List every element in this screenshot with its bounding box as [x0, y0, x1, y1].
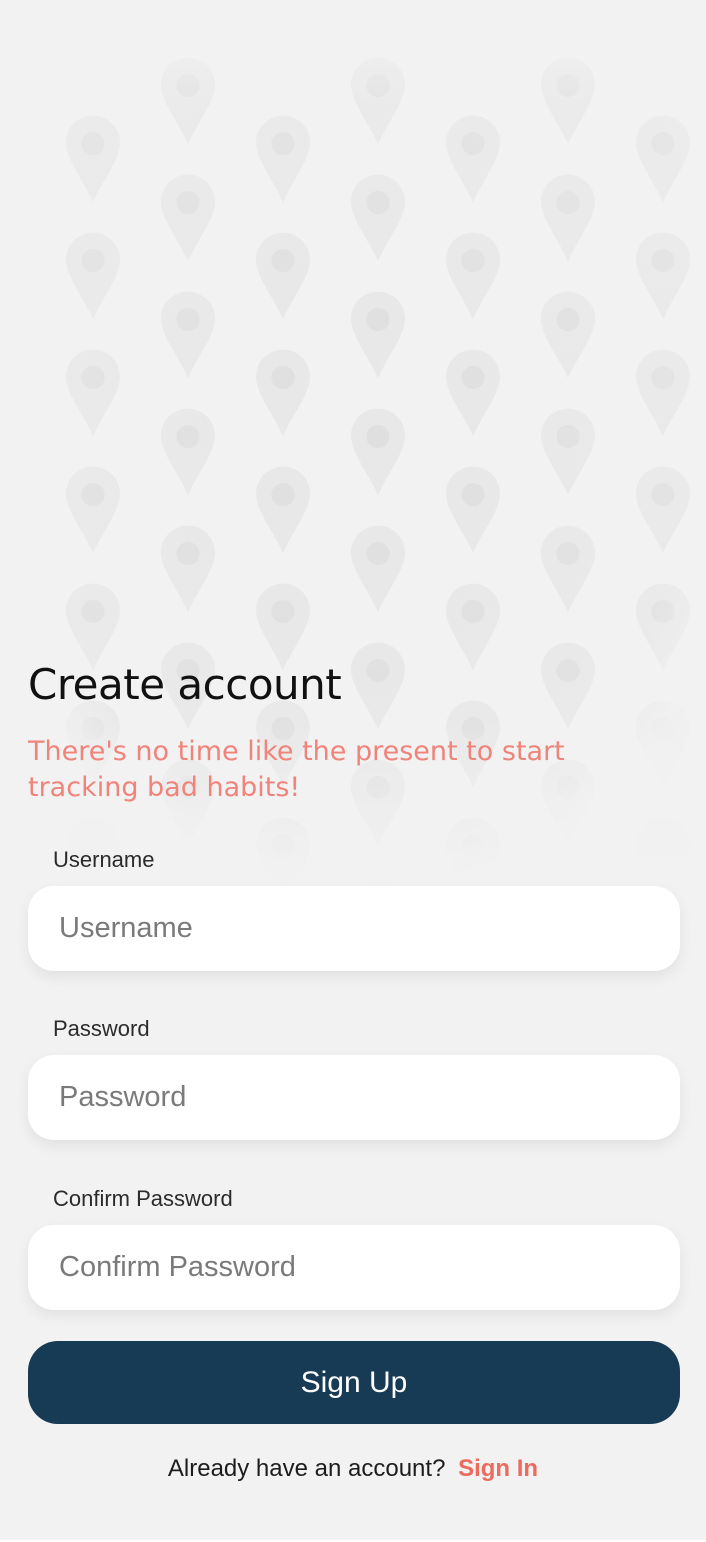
confirm-password-label: Confirm Password	[53, 1186, 233, 1211]
map-pin-icon	[161, 525, 215, 613]
map-pin-icon	[636, 466, 690, 554]
map-pin-icon	[66, 115, 120, 203]
map-pin-icon	[636, 115, 690, 203]
sign-up-button[interactable]: Sign Up	[28, 1341, 680, 1424]
map-pin-icon	[351, 291, 405, 379]
username-field-group: Username	[28, 846, 680, 971]
username-label: Username	[53, 847, 155, 872]
username-input[interactable]	[28, 886, 680, 971]
map-pin-icon	[446, 232, 500, 320]
password-input[interactable]	[28, 1055, 680, 1140]
map-pin-icon	[351, 525, 405, 613]
map-pin-icon	[161, 174, 215, 262]
map-pin-icon	[541, 525, 595, 613]
sign-in-link[interactable]: Sign In	[458, 1455, 538, 1482]
map-pin-icon	[541, 291, 595, 379]
map-pin-icon	[256, 115, 310, 203]
sign-in-prompt-text: Already have an account?	[167, 1455, 446, 1482]
page-title: Create account	[28, 660, 342, 709]
map-pin-icon	[351, 57, 405, 145]
map-pin-icon	[541, 57, 595, 145]
map-pin-icon	[636, 232, 690, 320]
map-pin-icon	[161, 408, 215, 496]
password-label: Password	[53, 1016, 150, 1041]
map-pin-icon	[351, 408, 405, 496]
map-pin-icon	[636, 349, 690, 437]
create-account-form-area: Create account There's no time like the …	[28, 658, 680, 1310]
map-pin-icon	[256, 232, 310, 320]
password-field-group: Password	[28, 1015, 680, 1140]
map-pin-icon	[66, 466, 120, 554]
sign-in-prompt-row: Already have an account? Sign In	[0, 1455, 706, 1483]
map-pin-icon	[541, 174, 595, 262]
page-subtitle: There's no time like the present to star…	[28, 736, 565, 803]
map-pin-icon	[256, 466, 310, 554]
map-pin-icon	[351, 174, 405, 262]
map-pin-icon	[446, 349, 500, 437]
map-pin-icon	[161, 291, 215, 379]
map-pin-icon	[446, 115, 500, 203]
map-pin-icon	[66, 232, 120, 320]
confirm-password-input[interactable]	[28, 1225, 680, 1310]
confirm-password-field-group: Confirm Password	[28, 1185, 680, 1310]
map-pin-icon	[541, 408, 595, 496]
create-account-screen: Create account There's no time like the …	[0, 0, 706, 1540]
map-pin-icon	[66, 349, 120, 437]
map-pin-icon	[446, 466, 500, 554]
map-pin-icon	[161, 57, 215, 145]
map-pin-icon	[256, 349, 310, 437]
